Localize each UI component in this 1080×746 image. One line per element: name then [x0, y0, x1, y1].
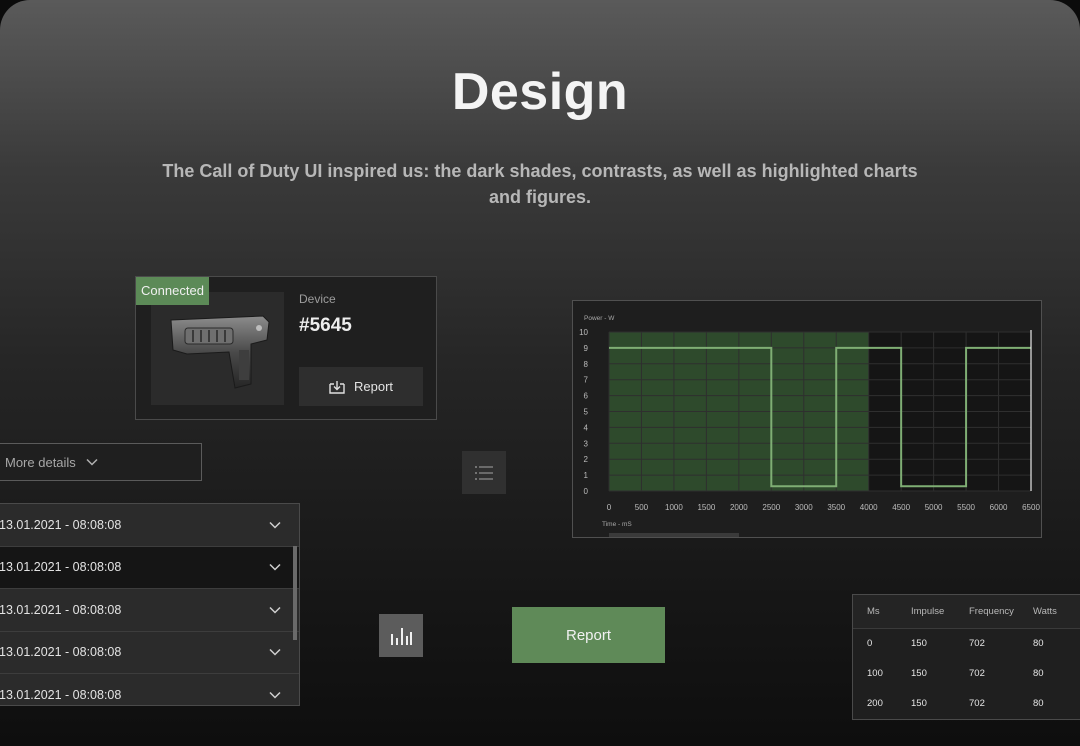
x-tick-label: 2500 [762, 503, 780, 512]
power-chart-svg: 0 500 1000 1500 2000 2500 3000 3500 4000 4500 5000… [579, 315, 1040, 528]
device-image [151, 292, 284, 405]
device-report-button[interactable]: Report [299, 367, 423, 406]
table-cell: 702 [969, 697, 985, 709]
list-item-label: 13.01.2021 - 08:08:08 [0, 602, 122, 617]
x-tick-label: 500 [635, 503, 649, 512]
power-chart: 0 500 1000 1500 2000 2500 3000 3500 4000 4500 5000… [572, 300, 1042, 538]
table-header-frequency: Frequency [969, 595, 1033, 629]
device-card: Connected Device #5645 Report [135, 276, 437, 420]
y-tick-label: 5 [584, 408, 589, 417]
x-tick-label: 0 [607, 503, 612, 512]
chevron-down-icon [269, 649, 281, 656]
chart-view-button[interactable] [379, 614, 423, 657]
y-tick-label: 2 [584, 455, 589, 464]
device-report-label: Report [353, 379, 394, 394]
table-header-ms: Ms [853, 595, 911, 629]
table-cell: 150 [911, 637, 927, 649]
x-tick-label: 6000 [990, 503, 1008, 512]
list-item-label: 13.01.2021 - 08:08:08 [0, 560, 122, 575]
device-label: Device [299, 292, 336, 306]
chevron-down-icon [86, 458, 98, 466]
chevron-down-icon [269, 521, 281, 529]
table-cell: 150 [911, 697, 927, 709]
table-header-row: Ms Impulse Frequency Watts [853, 595, 1080, 629]
table-cell: 80 [1033, 637, 1044, 649]
page-subtitle: The Call of Duty UI inspired us: the dar… [162, 161, 918, 207]
taser-icon [170, 315, 270, 389]
x-tick-label: 5500 [957, 503, 975, 512]
x-tick-label: 3500 [827, 503, 845, 512]
list-item[interactable]: 13.01.2021 - 08:08:08 [0, 504, 299, 547]
table-cell: 100 [867, 667, 883, 679]
x-tick-label: 4500 [892, 503, 910, 512]
table-row: 0 150 702 80 [853, 628, 1080, 658]
list-icon [475, 465, 493, 480]
y-tick-label: 9 [584, 344, 589, 353]
device-id: #5645 [299, 315, 352, 336]
table-header-watts: Watts [1033, 595, 1080, 629]
list-item[interactable]: 13.01.2021 - 08:08:08 [0, 674, 299, 705]
y-tick-label: 10 [579, 328, 588, 337]
y-tick-label: 6 [584, 392, 589, 401]
x-tick-label: 4000 [860, 503, 878, 512]
x-tick-label: 5000 [925, 503, 943, 512]
more-details-label: More details [5, 454, 76, 470]
chevron-down-icon [269, 564, 281, 571]
x-tick-label: 1500 [697, 503, 715, 512]
y-axis-label: Power - W [584, 315, 615, 322]
data-table: Ms Impulse Frequency Watts 0 150 702 80 … [852, 594, 1080, 720]
table-cell: 702 [969, 637, 985, 649]
table-cell: 80 [1033, 667, 1044, 679]
y-tick-label: 7 [584, 376, 589, 385]
x-tick-label: 6500 [1022, 503, 1040, 512]
bar-chart-icon [391, 627, 412, 645]
report-button[interactable]: Report [512, 607, 665, 663]
list-item[interactable]: 13.01.2021 - 08:08:08 [0, 589, 299, 632]
scrollbar-thumb[interactable] [293, 546, 297, 640]
y-tick-label: 4 [584, 423, 589, 432]
presentation-frame: Design The Call of Duty UI inspired us: … [0, 0, 1080, 746]
list-item-selected[interactable]: 13.01.2021 - 08:08:08 [0, 546, 299, 589]
table-cell: 80 [1033, 697, 1044, 709]
list-item[interactable]: 13.01.2021 - 08:08:08 [0, 631, 299, 674]
table-row: 200 150 702 80 [853, 688, 1080, 718]
table-cell: 200 [867, 697, 883, 709]
x-tick-label: 3000 [795, 503, 813, 512]
chevron-down-icon [269, 606, 281, 614]
chevron-down-icon [269, 691, 281, 699]
table-cell: 702 [969, 667, 985, 679]
y-tick-label: 3 [584, 439, 589, 448]
chart-scrollbar[interactable] [609, 533, 739, 537]
more-details-dropdown[interactable]: More details [0, 443, 202, 481]
x-tick-label: 1000 [665, 503, 683, 512]
x-tick-label: 2000 [730, 503, 748, 512]
table-row: 100 150 702 80 [853, 658, 1080, 688]
y-tick-label: 1 [584, 471, 589, 480]
list-item-label: 13.01.2021 - 08:08:08 [0, 517, 122, 532]
status-badge: Connected [136, 277, 209, 305]
list-view-button[interactable] [462, 451, 506, 494]
date-list: 13.01.2021 - 08:08:08 13.01.2021 - 08:08… [0, 503, 300, 706]
x-axis-label: Time - mS [602, 521, 632, 528]
list-item-label: 13.01.2021 - 08:08:08 [0, 687, 122, 702]
table-cell: 150 [911, 667, 927, 679]
download-icon [329, 380, 345, 394]
list-item-label: 13.01.2021 - 08:08:08 [0, 645, 122, 660]
page-title: Design [451, 63, 629, 121]
table-cell: 0 [867, 637, 873, 649]
y-tick-label: 8 [584, 360, 589, 369]
y-tick-label: 0 [584, 487, 589, 496]
table-header-impulse: Impulse [911, 595, 969, 629]
